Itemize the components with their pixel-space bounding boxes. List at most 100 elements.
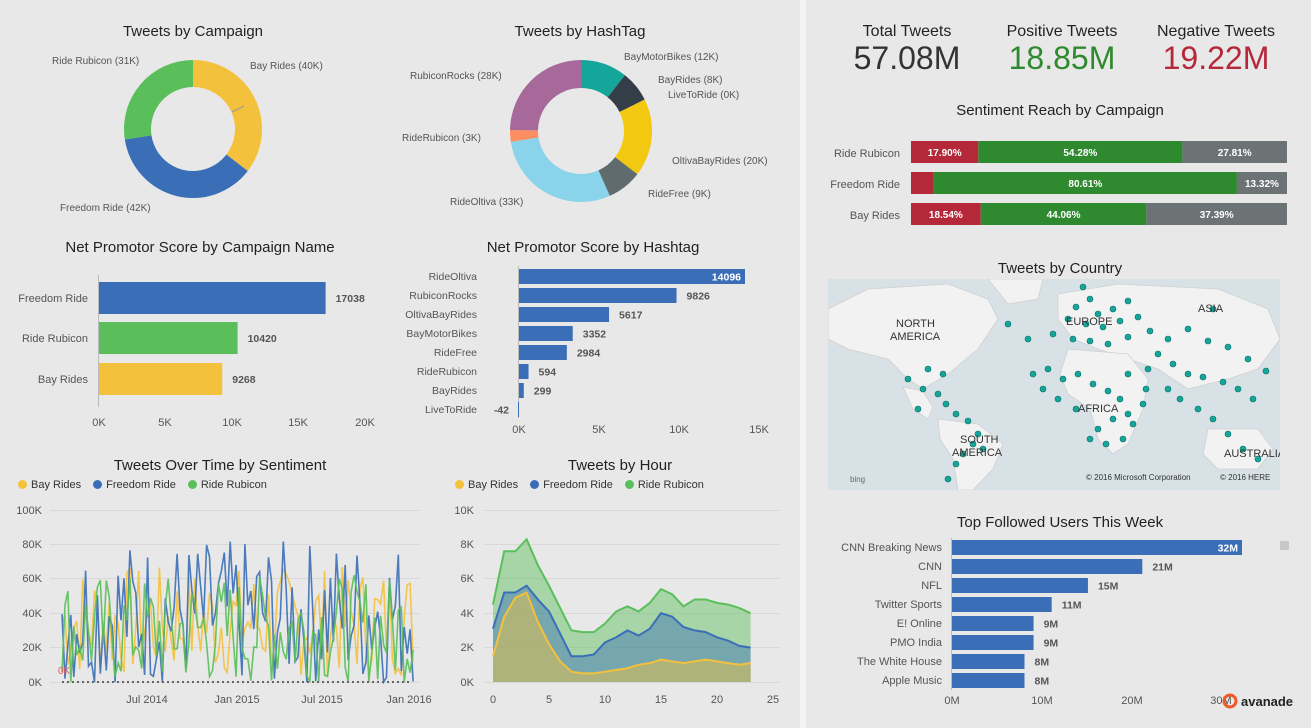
tweet-dot[interactable] — [934, 390, 942, 398]
tweet-dot[interactable] — [1262, 367, 1270, 375]
tweet-dot[interactable] — [1044, 365, 1052, 373]
tweet-dot[interactable] — [1086, 435, 1094, 443]
tweet-dot[interactable] — [1024, 335, 1032, 343]
tweet-dot[interactable] — [942, 400, 950, 408]
tweet-dot[interactable] — [1224, 430, 1232, 438]
tweet-dot[interactable] — [952, 410, 960, 418]
tweet-dot[interactable] — [1069, 335, 1077, 343]
nps-campaign-chart[interactable]: 17038 10420 9268 Freedom Ride Ride Rubicon… — [0, 265, 400, 435]
tweet-dot[interactable] — [1209, 415, 1217, 423]
tweet-dot[interactable] — [1074, 370, 1082, 378]
tweet-dot[interactable] — [1104, 387, 1112, 395]
legend-item[interactable]: Ride Rubicon — [187, 479, 267, 491]
tweet-dot[interactable] — [1124, 410, 1132, 418]
nps-hashtag-bar[interactable] — [519, 383, 524, 398]
campaign-slice[interactable] — [193, 60, 263, 171]
nps-campaign-bar[interactable] — [99, 363, 223, 395]
tweet-dot[interactable] — [1086, 295, 1094, 303]
tweet-dot[interactable] — [1124, 370, 1132, 378]
tweet-dot[interactable] — [1049, 330, 1057, 338]
sentiment-reach-chart[interactable]: Ride Rubicon 17.90% 54.28% 27.81% Freedom Ri… — [810, 135, 1300, 235]
tweet-dot[interactable] — [1094, 425, 1102, 433]
tweet-dot[interactable] — [1244, 355, 1252, 363]
tweet-dot[interactable] — [1184, 370, 1192, 378]
tweet-dot[interactable] — [952, 460, 960, 468]
campaign-slice[interactable] — [124, 135, 248, 199]
legend-item[interactable]: Freedom Ride — [530, 479, 613, 491]
legend-item[interactable]: Bay Rides — [455, 479, 518, 491]
tweet-dot[interactable] — [1116, 317, 1124, 325]
tweet-dot[interactable] — [1204, 337, 1212, 345]
tweet-dot[interactable] — [1079, 283, 1087, 291]
top-users-bar[interactable] — [952, 635, 1034, 650]
top-users-bar[interactable] — [952, 616, 1034, 631]
legend-item[interactable]: Bay Rides — [18, 479, 81, 491]
nps-campaign-bar[interactable] — [99, 322, 238, 354]
tweet-dot[interactable] — [1154, 350, 1162, 358]
top-users-chart[interactable]: 32M21M15M11M9M9M8M8M CNN Breaking NewsCN… — [810, 535, 1300, 710]
scrollbar-thumb[interactable] — [1280, 541, 1289, 550]
tweet-dot[interactable] — [1109, 415, 1117, 423]
tweet-dot[interactable] — [1219, 378, 1227, 386]
tweet-dot[interactable] — [1059, 375, 1067, 383]
tweet-dot[interactable] — [924, 365, 932, 373]
tweet-dot[interactable] — [1054, 395, 1062, 403]
top-users-bar[interactable] — [952, 654, 1025, 669]
nps-hashtag-bar[interactable] — [519, 288, 677, 303]
tweet-dot[interactable] — [1086, 337, 1094, 345]
tweet-dot[interactable] — [1146, 327, 1154, 335]
legend-item[interactable]: Freedom Ride — [93, 479, 176, 491]
hashtag-slice[interactable] — [510, 137, 610, 202]
tweet-dot[interactable] — [1199, 373, 1207, 381]
tweet-dot[interactable] — [1072, 303, 1080, 311]
tweet-dot[interactable] — [904, 375, 912, 383]
nps-hashtag-bar[interactable] — [519, 326, 573, 341]
nps-hashtag-bar[interactable] — [518, 402, 519, 417]
by-hour-chart[interactable]: 0K 2K 4K 6K 8K 10K 0 5 10 15 20 25 — [440, 500, 800, 715]
tweet-dot[interactable] — [1124, 297, 1132, 305]
tweet-dot[interactable] — [1169, 360, 1177, 368]
nps-hashtag-bar[interactable] — [519, 307, 610, 322]
tweet-dot[interactable] — [919, 385, 927, 393]
tweet-dot[interactable] — [1142, 385, 1150, 393]
tweet-dot[interactable] — [1029, 370, 1037, 378]
nps-campaign-bar[interactable] — [99, 282, 326, 314]
tweet-dot[interactable] — [1224, 343, 1232, 351]
hashtag-slice[interactable] — [510, 60, 581, 131]
top-users-bar[interactable] — [952, 559, 1143, 574]
sentiment-segment[interactable] — [911, 172, 934, 194]
tweet-dot[interactable] — [1116, 395, 1124, 403]
hashtag-donut-chart[interactable]: BayMotorBikes (12K) BayRides (8K) LiveTo… — [400, 40, 800, 230]
campaign-slice[interactable] — [124, 60, 193, 140]
tweet-dot[interactable] — [944, 475, 952, 483]
campaign-donut-chart[interactable]: Bay Rides (40K) Freedom Ride (42K) Ride … — [0, 40, 400, 230]
tweet-dot[interactable] — [1134, 313, 1142, 321]
tweet-dot[interactable] — [1039, 385, 1047, 393]
tweet-dot[interactable] — [1119, 435, 1127, 443]
tweet-dot[interactable] — [1089, 380, 1097, 388]
nps-hashtag-bar[interactable] — [519, 345, 567, 360]
tweet-dot[interactable] — [1109, 305, 1117, 313]
tweet-dot[interactable] — [1176, 395, 1184, 403]
top-users-bar[interactable] — [952, 578, 1088, 593]
tweet-dot[interactable] — [964, 417, 972, 425]
top-users-bar[interactable] — [952, 597, 1052, 612]
tweet-dot[interactable] — [1129, 420, 1137, 428]
tweet-dot[interactable] — [939, 370, 947, 378]
tweet-dot[interactable] — [1249, 395, 1257, 403]
top-users-bar[interactable] — [952, 540, 1242, 555]
tweet-dot[interactable] — [1139, 400, 1147, 408]
top-users-bar[interactable] — [952, 673, 1025, 688]
tweet-dot[interactable] — [1124, 333, 1132, 341]
tweet-dot[interactable] — [1144, 365, 1152, 373]
tweet-dot[interactable] — [1102, 440, 1110, 448]
tweet-dot[interactable] — [1104, 340, 1112, 348]
map-svg[interactable]: NORTH AMERICA EUROPE ASIA AFRICA SOUTH A… — [828, 279, 1280, 490]
tweet-dot[interactable] — [1234, 385, 1242, 393]
nps-hashtag-chart[interactable]: 140969826 5617 3352 2984 594 299 -42 RideOltiv… — [400, 262, 800, 437]
tweet-dot[interactable] — [1164, 335, 1172, 343]
world-map[interactable]: NORTH AMERICA EUROPE ASIA AFRICA SOUTH A… — [828, 279, 1280, 490]
tweet-dot[interactable] — [914, 405, 922, 413]
legend-item[interactable]: Ride Rubicon — [624, 479, 704, 491]
tweet-dot[interactable] — [1194, 405, 1202, 413]
